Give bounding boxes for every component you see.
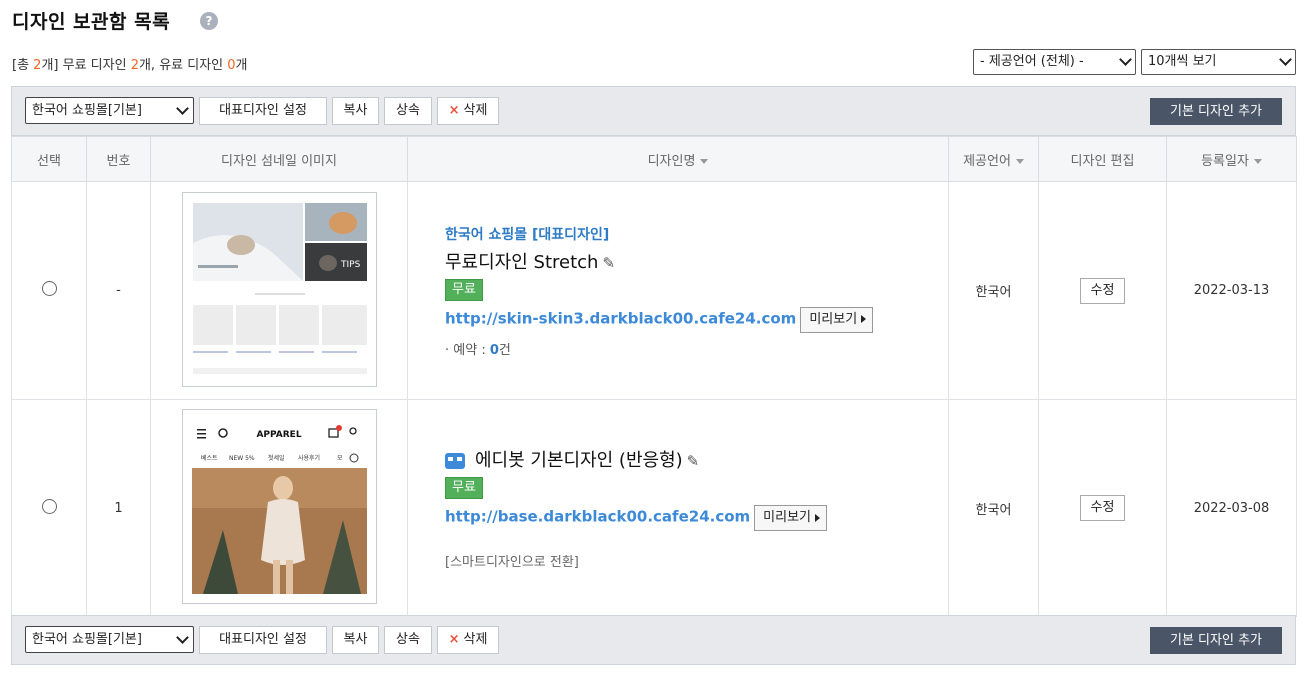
header-select: 선택 <box>11 136 87 182</box>
set-default-design-button[interactable]: 대표디자인 설정 <box>199 97 327 125</box>
pencil-icon[interactable]: ✎ <box>687 452 700 470</box>
design-info: 한국어 쇼핑몰 [대표디자인] 무료디자인 Stretch ✎ 무료 http:/… <box>407 181 949 400</box>
play-icon <box>815 513 820 522</box>
svg-text:사용후기: 사용후기 <box>298 454 320 462</box>
row-number: - <box>86 181 151 400</box>
page-title: 디자인 보관함 목록 <box>12 11 171 33</box>
row-date: 2022-03-08 <box>1166 399 1297 617</box>
header-date[interactable]: 등록일자 <box>1166 136 1297 182</box>
header-number: 번호 <box>86 136 151 182</box>
play-icon <box>861 315 867 323</box>
mall-select[interactable]: 한국어 쇼핑몰[기본] <box>25 97 194 124</box>
svg-text:모: 모 <box>337 455 343 462</box>
design-thumbnail-image: APPAREL 베스트 NEW 5% 첫세일 사용후기 모 <box>191 425 367 594</box>
row-date: 2022-03-13 <box>1166 181 1297 400</box>
per-page-select[interactable]: 10개씩 보기 <box>1141 49 1296 75</box>
shop-label: 한국어 쇼핑몰 [대표디자인] <box>445 226 610 243</box>
design-thumbnail-image: TIPS <box>192 202 367 374</box>
header-thumbnail: 디자인 섬네일 이미지 <box>150 136 408 182</box>
row-select-radio[interactable] <box>41 498 57 514</box>
design-table: 선택 번호 디자인 섬네일 이미지 디자인명 제공언어 디자인 편집 등록일자 … <box>11 136 1297 617</box>
chevron-down-icon <box>1119 53 1132 66</box>
chevron-down-icon <box>176 102 189 115</box>
edit-button[interactable]: 수정 <box>1079 277 1126 304</box>
copy-button[interactable]: 복사 <box>332 626 379 654</box>
design-thumbnail[interactable]: APPAREL 베스트 NEW 5% 첫세일 사용후기 모 <box>181 409 377 604</box>
free-count: 2 <box>130 58 139 73</box>
header-edit: 디자인 편집 <box>1038 136 1167 182</box>
header-design-name[interactable]: 디자인명 <box>407 136 949 182</box>
row-language: 한국어 <box>948 399 1039 617</box>
editbot-icon <box>445 453 465 469</box>
sort-icon[interactable] <box>1253 158 1262 164</box>
edit-button[interactable]: 수정 <box>1079 495 1126 521</box>
preview-button[interactable]: 미리보기 <box>800 306 874 333</box>
table-row: 1 APPAREL 베스트 NEW 5% 첫세일 사용후기 모 에디봇 기본디자… <box>11 399 1297 617</box>
mall-select[interactable]: 한국어 쇼핑몰[기본] <box>25 626 194 653</box>
set-default-design-button[interactable]: 대표디자인 설정 <box>199 626 327 654</box>
design-count-summary: [총 2개] 무료 디자인 2개, 유료 디자인 0개 <box>12 58 248 73</box>
inherit-button[interactable]: 상속 <box>384 626 432 654</box>
row-number: 1 <box>86 399 151 617</box>
copy-button[interactable]: 복사 <box>332 97 379 125</box>
table-row: - TIPS 한국어 쇼핑몰 [대표디자인] 무료디자인 Stretch ✎ 무… <box>11 181 1297 400</box>
design-name: 에디봇 기본디자인 (반응형) <box>475 450 683 471</box>
design-url-link[interactable]: http://base.darkblack00.cafe24.com <box>445 508 750 526</box>
svg-text:첫세일: 첫세일 <box>268 454 285 462</box>
chevron-down-icon <box>176 631 189 644</box>
design-thumbnail[interactable]: TIPS <box>181 191 377 387</box>
table-header-row: 선택 번호 디자인 섬네일 이미지 디자인명 제공언어 디자인 편집 등록일자 <box>11 136 1297 182</box>
header-language[interactable]: 제공언어 <box>948 136 1039 182</box>
bottom-action-bar: 한국어 쇼핑몰[기본] 대표디자인 설정 복사 상속 × 삭제 기본 디자인 추가 <box>11 615 1296 665</box>
sort-icon[interactable] <box>1015 158 1024 164</box>
design-name: 무료디자인 Stretch <box>445 251 599 273</box>
top-action-bar: 한국어 쇼핑몰[기본] 대표디자인 설정 복사 상속 × 삭제 기본 디자인 추가 <box>11 86 1296 136</box>
add-default-design-button[interactable]: 기본 디자인 추가 <box>1150 627 1282 654</box>
delete-button[interactable]: × 삭제 <box>437 97 499 125</box>
chevron-down-icon <box>1279 53 1292 66</box>
row-language: 한국어 <box>948 181 1039 400</box>
svg-text:TIPS: TIPS <box>340 260 361 270</box>
svg-text:APPAREL: APPAREL <box>256 430 301 440</box>
row-select-radio[interactable] <box>41 281 57 296</box>
help-icon[interactable]: ? <box>200 12 218 30</box>
free-badge: 무료 <box>445 477 483 499</box>
preview-button[interactable]: 미리보기 <box>754 505 827 531</box>
design-url-link[interactable]: http://skin-skin3.darkblack00.cafe24.com <box>445 309 796 327</box>
inherit-button[interactable]: 상속 <box>384 97 432 125</box>
paid-count: 0 <box>227 58 236 73</box>
language-filter-select[interactable]: - 제공언어 (전체) - <box>973 49 1136 75</box>
sort-icon[interactable] <box>700 158 709 164</box>
close-icon: × <box>448 632 460 647</box>
delete-button[interactable]: × 삭제 <box>437 626 499 654</box>
pencil-icon[interactable]: ✎ <box>602 254 615 272</box>
design-info: 에디봇 기본디자인 (반응형) ✎ 무료 http://base.darkblac… <box>407 399 949 617</box>
free-badge: 무료 <box>445 278 483 301</box>
add-default-design-button[interactable]: 기본 디자인 추가 <box>1150 98 1282 125</box>
svg-text:베스트: 베스트 <box>201 454 218 462</box>
reservation-info: · 예약 : 0건 <box>445 342 511 358</box>
smart-design-convert-link[interactable]: [스마트디자인으로 전환] <box>445 551 947 570</box>
close-icon: × <box>448 103 460 118</box>
svg-text:NEW 5%: NEW 5% <box>229 455 255 462</box>
